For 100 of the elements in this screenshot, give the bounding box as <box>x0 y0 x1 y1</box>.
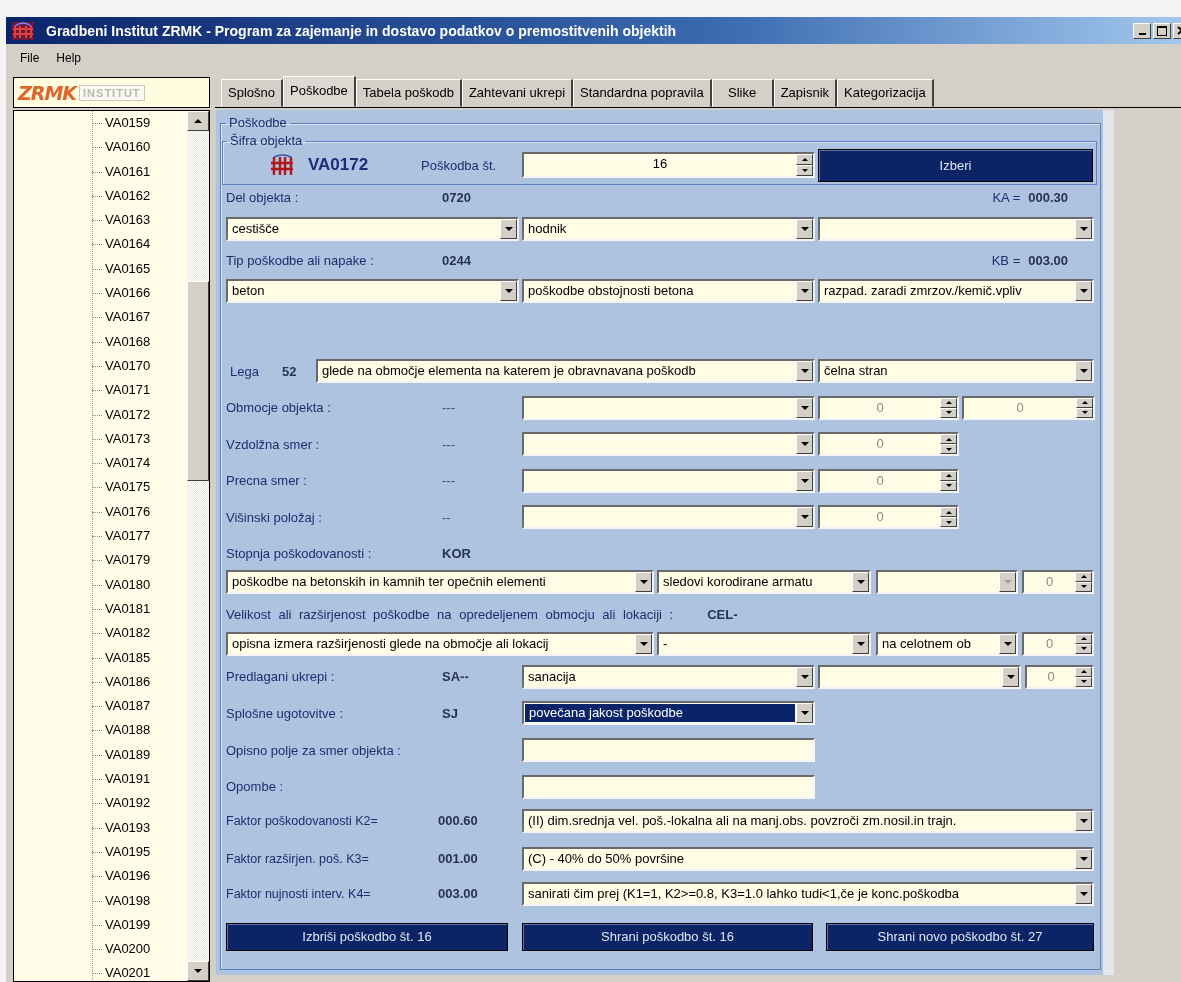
tree-item[interactable]: VA0195 <box>14 839 187 865</box>
text-field[interactable] <box>522 738 815 762</box>
tree-item[interactable]: VA0162 <box>14 183 187 209</box>
action-button[interactable]: Izbriši poškodbo št. 16 <box>226 922 508 951</box>
field-code: 0720 <box>442 189 472 205</box>
spin-buttons[interactable] <box>1076 397 1093 418</box>
tree-item[interactable]: VA0181 <box>14 596 187 622</box>
tab[interactable]: Tabela poškodb <box>355 79 462 107</box>
field-label: Del objekta : <box>226 189 300 205</box>
scroll-thumb[interactable] <box>187 281 209 481</box>
dropdown[interactable] <box>818 664 1021 689</box>
tree-item[interactable]: VA0170 <box>14 353 187 379</box>
select-button[interactable]: Izberi <box>818 148 1093 182</box>
minimize-button[interactable] <box>1133 22 1151 39</box>
dropdown[interactable]: glede na območje elementa na katerem je obravnavana poškodb <box>316 359 815 383</box>
tree-item[interactable]: VA0189 <box>14 742 187 767</box>
spin-buttons[interactable] <box>1075 571 1092 592</box>
tree-item[interactable]: VA0173 <box>14 426 187 452</box>
dropdown[interactable]: čelna stran <box>818 359 1094 383</box>
tree-item[interactable]: VA0182 <box>14 621 187 646</box>
tree-item[interactable]: VA0188 <box>14 718 187 743</box>
tree-item[interactable]: VA0171 <box>14 378 187 403</box>
tree-item[interactable]: VA0177 <box>14 524 187 549</box>
dropdown[interactable]: (II) dim.srednja vel. poš.-lokalna ali na manj.obs. povzroči zm.nosil.in trajn. <box>522 808 1094 833</box>
text-field[interactable] <box>522 774 815 799</box>
dropdown[interactable] <box>522 505 815 529</box>
tab[interactable]: Kategorizacija <box>837 79 934 107</box>
tree-item[interactable]: VA0191 <box>14 767 187 792</box>
tree-item[interactable]: VA0165 <box>14 256 187 282</box>
spin-buttons[interactable] <box>940 397 957 418</box>
tab[interactable]: Zapisnik <box>773 79 838 107</box>
tree-item[interactable]: VA0175 <box>14 475 187 500</box>
tree-item[interactable]: VA0159 <box>14 111 187 136</box>
dropdown[interactable]: cestišče <box>226 217 519 241</box>
tree-item[interactable]: VA0199 <box>14 912 187 938</box>
scroll-up-button[interactable] <box>187 111 209 131</box>
scroll-down-button[interactable] <box>187 961 209 981</box>
dropdown[interactable]: (C) - 40% do 50% površine <box>522 846 1094 871</box>
field-code: KOR <box>442 546 472 561</box>
dropdown[interactable] <box>522 468 815 493</box>
dropdown[interactable] <box>522 432 815 456</box>
tree-item[interactable]: VA0174 <box>14 451 187 476</box>
tree-item[interactable]: VA0198 <box>14 888 187 913</box>
tree-item[interactable]: VA0200 <box>14 937 187 962</box>
tree-item[interactable]: VA0179 <box>14 548 187 573</box>
field-label: Lega <box>229 363 260 379</box>
dropdown[interactable]: - <box>657 631 871 656</box>
tree-item[interactable]: VA0168 <box>14 329 187 354</box>
tab[interactable]: Splošno <box>221 79 283 107</box>
field-label: Precna smer : <box>226 473 308 488</box>
menu-item[interactable]: Help <box>56 51 82 65</box>
tree-item[interactable]: VA0164 <box>14 232 187 257</box>
tree-item[interactable]: VA0196 <box>14 864 187 889</box>
menu-item[interactable]: File <box>20 51 40 65</box>
tree-item[interactable]: VA0163 <box>14 208 187 233</box>
field-code: 003.00 <box>438 886 479 901</box>
spin-buttons[interactable] <box>940 507 957 527</box>
dropdown[interactable]: povečana jakost poškodbe <box>522 701 815 725</box>
dropdown[interactable] <box>522 395 815 420</box>
dropdown[interactable]: opisna izmera razširjenosti glede na območje ali lokacij <box>226 631 654 656</box>
field-code: 52 <box>282 363 298 379</box>
tab[interactable]: Standardna popravila <box>573 79 712 107</box>
tree-item[interactable]: VA0185 <box>14 645 187 670</box>
tree-item[interactable]: VA0192 <box>14 791 187 816</box>
dropdown[interactable]: na celotnem ob <box>876 631 1018 656</box>
spin-buttons[interactable] <box>940 470 957 491</box>
tree-item[interactable]: VA0176 <box>14 499 187 525</box>
field-code: --- <box>442 436 456 452</box>
logo-mark: ZRMK <box>18 81 77 104</box>
spin-buttons[interactable] <box>940 434 957 454</box>
tree-item[interactable]: VA0166 <box>14 281 187 306</box>
tree-item[interactable]: VA0186 <box>14 669 187 695</box>
tab[interactable]: Poškodbe <box>283 76 356 107</box>
dropdown[interactable]: poškodbe na betonskih in kamnih ter opečnih elementi <box>226 569 654 594</box>
spin-buttons[interactable] <box>1075 666 1092 687</box>
dropdown[interactable] <box>818 217 1094 241</box>
action-button[interactable]: Shrani poškodbo št. 16 <box>522 922 813 951</box>
tree-item[interactable]: VA0201 <box>14 961 187 981</box>
dropdown[interactable]: sanirati čim prej (K1=1, K2>=0.8, K3=1.0 lahko tudi<1,če je konc.poškodba <box>522 881 1094 906</box>
tab[interactable]: Slike <box>711 79 774 107</box>
dropdown[interactable]: sanacija <box>522 664 815 689</box>
tree-item[interactable]: VA0187 <box>14 694 187 719</box>
dropdown[interactable]: poškodbe obstojnosti betona <box>522 279 815 303</box>
scrollbar[interactable] <box>187 111 209 981</box>
spin-field[interactable]: 16 <box>522 152 815 178</box>
tab[interactable]: Zahtevani ukrepi <box>461 79 574 107</box>
tree-item[interactable]: VA0167 <box>14 305 187 330</box>
tree-item[interactable]: VA0160 <box>14 135 187 160</box>
tree-item[interactable]: VA0172 <box>14 402 187 427</box>
action-button[interactable]: Shrani novo poškodbo št. 27 <box>826 922 1094 951</box>
dropdown[interactable]: beton <box>226 279 519 303</box>
tree-item[interactable]: VA0161 <box>14 159 187 184</box>
dropdown[interactable]: hodnik <box>522 217 815 241</box>
spin-buttons[interactable] <box>1075 633 1092 654</box>
tree-item[interactable]: VA0180 <box>14 572 187 597</box>
maximize-button[interactable] <box>1153 22 1171 39</box>
dropdown[interactable]: razpad. zaradi zmrzov./kemič.vpliv <box>818 279 1094 303</box>
dropdown[interactable]: sledovi korodirane armatu <box>657 569 871 594</box>
tree-item[interactable]: VA0193 <box>14 815 187 840</box>
spin-buttons[interactable] <box>796 154 813 176</box>
